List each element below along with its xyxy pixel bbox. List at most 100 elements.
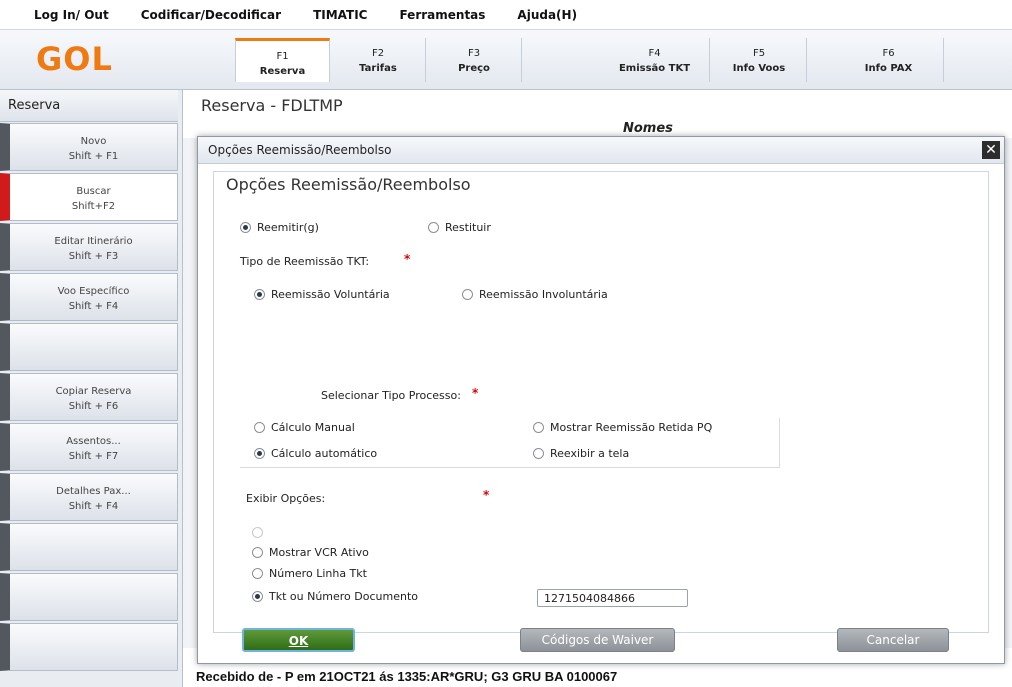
sidebar: Novo Shift + F1 Buscar Shift+F2 Editar I…: [0, 123, 178, 673]
fkey-key: F5: [752, 48, 766, 59]
voluntaria-label: Reemissão Voluntária: [271, 288, 390, 301]
sidebar-item-label: Buscar: [76, 186, 111, 197]
dialog-body: [213, 171, 989, 633]
sidebar-title: Reserva: [0, 90, 178, 122]
sidebar-empty-button[interactable]: [0, 523, 178, 571]
fkey-label: Info PAX: [864, 63, 913, 74]
sidebar-item-shortcut: Shift + F3: [68, 251, 119, 262]
sidebar-item-label: Novo: [80, 136, 107, 147]
nomes-header: Nomes: [623, 121, 673, 136]
radio-selected-icon: [252, 591, 263, 602]
required-mark: *: [483, 488, 490, 502]
fkey-label: Reserva: [259, 66, 306, 77]
fkey-key: F3: [467, 48, 481, 59]
radio-icon: [252, 547, 263, 558]
menu-login[interactable]: Log In/ Out: [0, 8, 125, 22]
calculo-manual-radio[interactable]: Cálculo Manual: [254, 421, 355, 434]
mostrar-retida-label: Mostrar Reemissão Retida PQ: [550, 421, 713, 434]
sidebar-empty-button[interactable]: [0, 323, 178, 371]
radio-icon: [462, 289, 473, 300]
tkt-documento-radio[interactable]: Tkt ou Número Documento: [252, 590, 418, 603]
fkey-key: F4: [648, 48, 661, 59]
radio-selected-icon: [254, 289, 265, 300]
blank-option-radio[interactable]: [252, 527, 269, 538]
sidebar-item-shortcut: Shift + F1: [68, 151, 119, 162]
fkey-key: F2: [371, 48, 385, 59]
numero-linha-radio[interactable]: Número Linha Tkt: [252, 567, 367, 580]
voluntaria-radio[interactable]: Reemissão Voluntária: [254, 288, 390, 301]
fkey-preco[interactable]: F3 Preço: [427, 38, 522, 82]
menu-ajuda[interactable]: Ajuda(H): [501, 8, 593, 22]
exibir-opcoes-label: Exibir Opções:: [246, 492, 326, 505]
reemissao-dialog: Opções Reemissão/Reembolso ✕ Opções Reem…: [197, 136, 1005, 664]
sidebar-empty-button[interactable]: [0, 573, 178, 621]
sidebar-buscar-button[interactable]: Buscar Shift+F2: [0, 173, 178, 221]
tipo-processo-label: Selecionar Tipo Processo:: [321, 389, 461, 402]
sidebar-item-label: Copiar Reserva: [55, 386, 132, 397]
menu-bar: Log In/ Out Codificar/Decodificar TIMATI…: [0, 0, 1012, 30]
mostrar-retida-radio[interactable]: Mostrar Reemissão Retida PQ: [533, 421, 712, 434]
radio-icon: [533, 422, 544, 433]
numero-linha-label: Número Linha Tkt: [269, 567, 367, 580]
tkt-documento-label: Tkt ou Número Documento: [269, 590, 419, 603]
sidebar-item-shortcut: Shift + F4: [68, 501, 119, 512]
gol-logo: GOL: [36, 40, 113, 78]
sidebar-assentos-button[interactable]: Assentos... Shift + F7: [0, 423, 178, 471]
page-title: Reserva - FDLTMP: [201, 96, 343, 115]
reemitir-radio[interactable]: Reemitir(g): [240, 221, 319, 234]
cancel-button[interactable]: Cancelar: [837, 628, 949, 652]
sidebar-copiar-reserva-button[interactable]: Copiar Reserva Shift + F6: [0, 373, 178, 421]
fkey-label: Preço: [458, 63, 490, 74]
sidebar-novo-button[interactable]: Novo Shift + F1: [0, 123, 178, 171]
involuntaria-label: Reemissão Involuntária: [479, 288, 608, 301]
fkey-label: Tarifas: [359, 63, 397, 74]
ok-button-label: OK: [288, 634, 309, 648]
dialog-title: Opções Reemissão/Reembolso: [208, 143, 392, 157]
calculo-automatico-label: Cálculo automático: [271, 447, 378, 460]
menu-codificar[interactable]: Codificar/Decodificar: [125, 8, 297, 22]
radio-selected-icon: [254, 448, 265, 459]
fkey-emissao[interactable]: F4 Emissão TKT: [600, 38, 710, 82]
documento-input[interactable]: 1271504084866: [537, 589, 688, 607]
tipo-reemissao-label: Tipo de Reemissão TKT:: [240, 255, 370, 268]
required-mark: *: [472, 386, 479, 400]
sidebar-item-shortcut: Shift + F4: [68, 301, 119, 312]
sidebar-item-label: Editar Itinerário: [54, 236, 133, 247]
mostrar-vcr-radio[interactable]: Mostrar VCR Ativo: [252, 546, 369, 559]
ok-button[interactable]: OK: [242, 628, 355, 652]
radio-icon: [252, 568, 263, 579]
dialog-heading: Opções Reemissão/Reembolso: [226, 175, 471, 194]
menu-ferramentas[interactable]: Ferramentas: [383, 8, 501, 22]
radio-disabled-icon: [252, 527, 263, 538]
sidebar-editar-itinerario-button[interactable]: Editar Itinerário Shift + F3: [0, 223, 178, 271]
fkey-reserva[interactable]: F1 Reserva: [235, 38, 330, 82]
involuntaria-radio[interactable]: Reemissão Involuntária: [462, 288, 608, 301]
radio-selected-icon: [240, 222, 251, 233]
reexibir-radio[interactable]: Reexibir a tela: [533, 447, 629, 460]
menu-timatic[interactable]: TIMATIC: [297, 8, 383, 22]
fkey-key: F6: [882, 48, 895, 59]
sidebar-item-label: Voo Específico: [57, 286, 130, 297]
sidebar-detalhes-pax-button[interactable]: Detalhes Pax... Shift + F4: [0, 473, 178, 521]
reemitir-label: Reemitir(g): [257, 221, 319, 234]
sidebar-item-shortcut: Shift + F7: [68, 451, 119, 462]
sidebar-voo-especifico-button[interactable]: Voo Específico Shift + F4: [0, 273, 178, 321]
sidebar-item-shortcut: Shift+F2: [71, 201, 116, 212]
fkey-tarifas[interactable]: F2 Tarifas: [331, 38, 426, 82]
sidebar-item-shortcut: Shift + F6: [68, 401, 119, 412]
sidebar-empty-button[interactable]: [0, 623, 178, 671]
mostrar-vcr-label: Mostrar VCR Ativo: [269, 546, 369, 559]
dialog-titlebar: Opções Reemissão/Reembolso: [198, 137, 1004, 164]
fkey-info-voos[interactable]: F5 Info Voos: [712, 38, 807, 82]
calculo-automatico-radio[interactable]: Cálculo automático: [254, 447, 377, 460]
close-icon[interactable]: ✕: [982, 141, 1000, 159]
sidebar-item-label: Detalhes Pax...: [56, 486, 131, 497]
reexibir-label: Reexibir a tela: [550, 447, 630, 460]
restituir-radio[interactable]: Restituir: [428, 221, 491, 234]
radio-icon: [533, 448, 544, 459]
status-text: Recebido de - P em 21OCT21 ás 1335:AR*GR…: [194, 666, 1012, 687]
fkey-info-pax[interactable]: F6 Info PAX: [834, 38, 944, 82]
fkey-key: F1: [276, 51, 289, 62]
codigos-waiver-button[interactable]: Códigos de Waiver: [520, 628, 675, 652]
fkey-label: Info Voos: [732, 63, 786, 74]
